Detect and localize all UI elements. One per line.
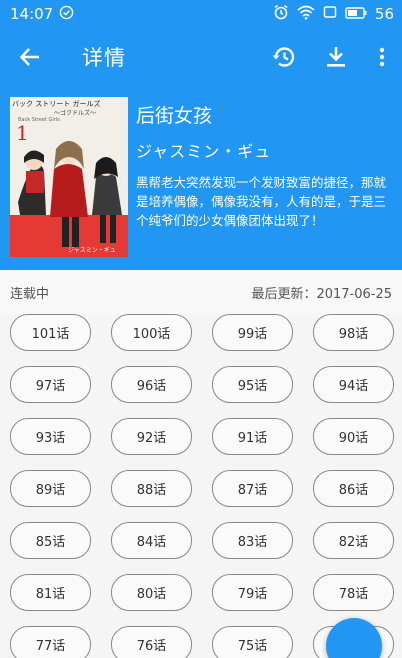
episode-button[interactable]: 91话 [212,418,293,455]
battery-icon [345,5,367,23]
comic-cover[interactable]: バック ストリート ガールズ ～ゴクドルズ～ Back Street Girls… [10,97,128,257]
cover-volume: 1 [16,121,29,145]
more-vert-icon [379,47,385,67]
check-circle-icon [59,5,74,24]
episode-button[interactable]: 89话 [10,470,91,507]
episode-button[interactable]: 97话 [10,366,91,403]
episode-button[interactable]: 75话 [212,626,293,658]
episode-button[interactable]: 87话 [212,470,293,507]
episode-button[interactable]: 79话 [212,574,293,611]
more-button[interactable] [362,28,402,86]
episode-button[interactable]: 92话 [111,418,192,455]
episode-grid: 101话 100话 99话 98话 97话 96话 95话 94话 93话 92话 91话 90话 89… [0,314,402,658]
wifi-icon [297,5,315,24]
page-title: 详情 [82,46,126,70]
cover-subtitle: ～ゴクドルズ～ [54,110,97,117]
episode-button[interactable]: 80话 [111,574,192,611]
comic-title: 后街女孩 [136,105,213,127]
episode-button[interactable]: 90话 [313,418,394,455]
history-button[interactable] [258,28,310,86]
status-time: 14:07 [10,5,54,23]
episode-button[interactable]: 93话 [10,418,91,455]
battery-level: 56 [374,5,394,23]
episode-button[interactable]: 88话 [111,470,192,507]
episode-button[interactable]: 76话 [111,626,192,658]
episode-button[interactable]: 85话 [10,522,91,559]
episode-button[interactable]: 98话 [313,314,394,351]
serialization-row: 连载中 最后更新：2017-06-25 [0,270,402,314]
episode-button[interactable]: 82话 [313,522,394,559]
sim-card-icon [323,5,337,23]
detail-header: 14:07 56 详情 バック ストリート ガールズ ～ゴクドルズ～ Back … [0,0,402,270]
comic-author: ジャスミン・ギュ [136,142,272,161]
episode-button[interactable]: 83话 [212,522,293,559]
episode-button[interactable]: 99话 [212,314,293,351]
episode-button[interactable]: 84话 [111,522,192,559]
alarm-icon [273,4,289,24]
history-icon [272,47,295,67]
episode-button[interactable]: 78话 [313,574,394,611]
episode-button[interactable]: 100话 [111,314,192,351]
back-button[interactable] [0,28,60,86]
episode-button[interactable]: 101话 [10,314,91,351]
status-bar: 14:07 56 [0,0,402,28]
episode-button[interactable]: 77话 [10,626,91,658]
episode-button[interactable]: 96话 [111,366,192,403]
cover-author: ジャスミン・ギュ [68,247,116,254]
arrow-back-icon [19,48,39,66]
episode-button[interactable]: 81话 [10,574,91,611]
download-button[interactable] [310,28,362,86]
download-icon [327,47,345,67]
episode-button[interactable]: 94话 [313,366,394,403]
toolbar: 详情 [0,28,402,86]
episode-button[interactable]: 95话 [212,366,293,403]
last-updated: 最后更新：2017-06-25 [251,286,392,302]
episode-button[interactable]: 86话 [313,470,394,507]
comic-description: 黑帮老大突然发现一个发财致富的捷径，那就是培养偶像，偶像我没有，人有的是，于是三… [136,175,387,228]
serialization-status: 连载中 [10,286,50,302]
